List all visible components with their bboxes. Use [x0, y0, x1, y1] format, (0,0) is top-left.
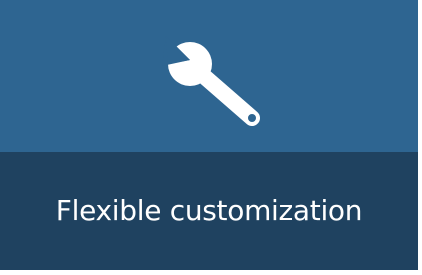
wrench-icon — [160, 34, 270, 134]
tile-icon-area — [0, 0, 418, 152]
tile-label: Flexible customization — [55, 193, 363, 227]
feature-tile[interactable]: Flexible customization — [0, 0, 418, 270]
tile-label-area: Flexible customization — [0, 152, 418, 270]
